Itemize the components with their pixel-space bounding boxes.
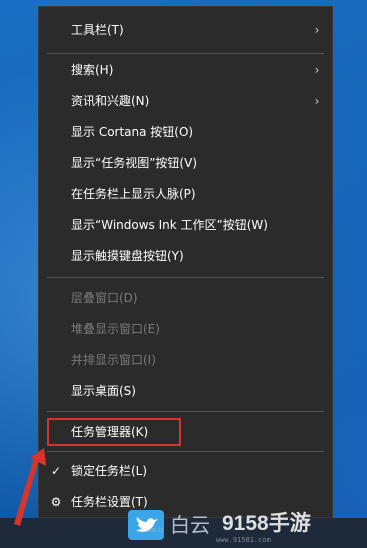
menu-item-label: 并排显示窗口(I) bbox=[71, 353, 156, 367]
menu-item-show-task-view[interactable]: 显示“任务视图”按钮(V) bbox=[39, 148, 332, 178]
menu-item-label: 搜索(H) bbox=[71, 63, 114, 77]
watermark-url: www.91581.com bbox=[216, 536, 271, 544]
menu-item-label: 堆叠显示窗口(E) bbox=[71, 322, 160, 336]
menu-item-label: 显示触摸键盘按钮(Y) bbox=[71, 249, 184, 263]
menu-item-toolbars[interactable]: 工具栏(T) › bbox=[39, 15, 332, 45]
menu-separator bbox=[47, 411, 324, 412]
menu-item-cascade-windows: 层叠窗口(D) bbox=[39, 283, 332, 313]
menu-separator bbox=[47, 451, 324, 452]
menu-item-label: 工具栏(T) bbox=[71, 23, 124, 37]
chevron-right-icon: › bbox=[314, 23, 320, 37]
menu-item-show-desktop[interactable]: 显示桌面(S) bbox=[39, 376, 332, 406]
menu-item-lock-taskbar[interactable]: ✓ 锁定任务栏(L) bbox=[39, 456, 332, 486]
taskbar-context-menu: 工具栏(T) › 搜索(H) › 资讯和兴趣(N) › 显示 Cortana 按… bbox=[38, 6, 333, 518]
menu-separator bbox=[47, 277, 324, 278]
menu-separator bbox=[47, 53, 324, 54]
highlight-box bbox=[47, 418, 181, 446]
menu-item-label: 显示 Cortana 按钮(O) bbox=[71, 125, 194, 139]
menu-item-label: 显示桌面(S) bbox=[71, 384, 136, 398]
chevron-right-icon: › bbox=[314, 63, 320, 77]
menu-item-show-touch-keyboard[interactable]: 显示触摸键盘按钮(Y) bbox=[39, 241, 332, 271]
menu-item-label: 任务栏设置(T) bbox=[71, 495, 148, 509]
menu-item-label: 层叠窗口(D) bbox=[71, 291, 138, 305]
menu-item-stack-windows: 堆叠显示窗口(E) bbox=[39, 314, 332, 344]
watermark-url-partial: www.b bbox=[140, 526, 164, 534]
red-arrow-pointer-icon bbox=[14, 448, 46, 526]
menu-item-show-windows-ink[interactable]: 显示“Windows Ink 工作区”按钮(W) bbox=[39, 210, 332, 240]
menu-item-side-by-side-windows: 并排显示窗口(I) bbox=[39, 345, 332, 375]
menu-item-search[interactable]: 搜索(H) › bbox=[39, 55, 332, 85]
menu-item-show-cortana[interactable]: 显示 Cortana 按钮(O) bbox=[39, 117, 332, 147]
chevron-right-icon: › bbox=[314, 94, 320, 108]
menu-item-label: 资讯和兴趣(N) bbox=[71, 94, 150, 108]
menu-item-news-interests[interactable]: 资讯和兴趣(N) › bbox=[39, 86, 332, 116]
menu-item-label: 显示“任务视图”按钮(V) bbox=[71, 156, 198, 170]
menu-item-label: 在任务栏上显示人脉(P) bbox=[71, 187, 196, 201]
menu-item-label: 显示“Windows Ink 工作区”按钮(W) bbox=[71, 218, 268, 232]
menu-item-show-people[interactable]: 在任务栏上显示人脉(P) bbox=[39, 179, 332, 209]
menu-item-label: 锁定任务栏(L) bbox=[71, 464, 148, 478]
